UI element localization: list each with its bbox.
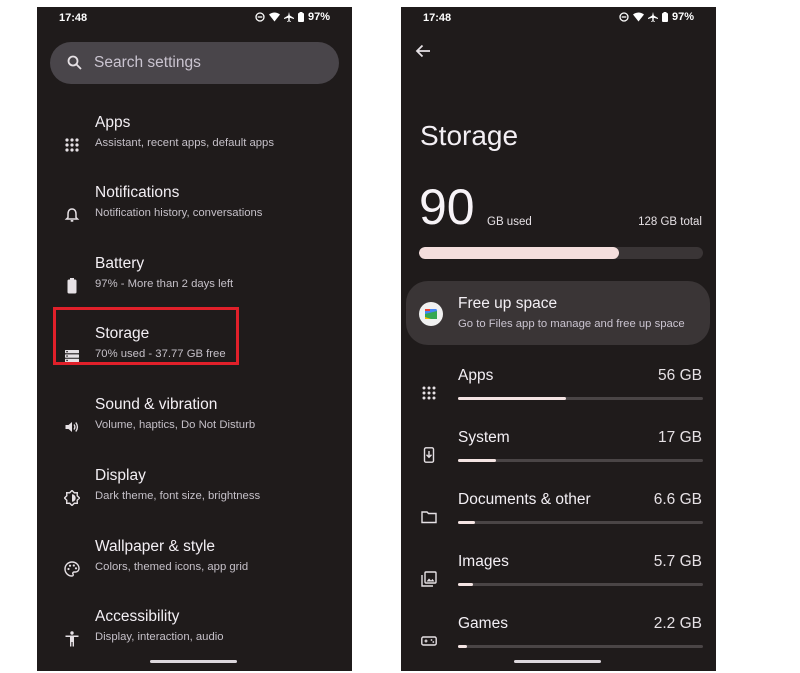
settings-item-title: Wallpaper & style <box>95 538 216 555</box>
settings-item-title: Sound & vibration <box>95 396 218 413</box>
search-placeholder: Search settings <box>94 54 201 71</box>
page-title: Storage <box>420 120 519 151</box>
wifi-icon <box>268 12 280 22</box>
settings-item-subtitle: Assistant, recent apps, default apps <box>95 137 274 149</box>
settings-item-title: Notifications <box>95 184 180 201</box>
settings-item-apps[interactable]: Apps Assistant, recent apps, default app… <box>37 111 352 175</box>
settings-item-display[interactable]: Display Dark theme, font size, brightnes… <box>37 464 352 528</box>
category-usage-bar <box>458 521 703 524</box>
brightness-icon <box>63 489 81 507</box>
storage-category-system[interactable]: System 17 GB <box>401 429 716 487</box>
system-update-icon <box>421 447 437 463</box>
category-size: 17 GB <box>658 429 702 446</box>
status-bar: 17:48 97% <box>401 7 716 29</box>
settings-item-subtitle: Volume, haptics, Do Not Disturb <box>95 419 256 431</box>
free-up-space-subtitle: Go to Files app to manage and free up sp… <box>458 318 685 330</box>
status-bar: 17:48 97% <box>37 7 352 29</box>
category-usage-bar <box>458 583 703 586</box>
category-size: 56 GB <box>658 367 702 384</box>
storage-progress-fill <box>419 247 619 259</box>
storage-progress-bar <box>419 247 703 259</box>
storage-used-unit: GB used <box>487 216 532 228</box>
category-name: Games <box>458 615 508 632</box>
category-usage-fill <box>458 645 467 648</box>
dnd-icon <box>255 12 265 22</box>
storage-category-apps[interactable]: Apps 56 GB <box>401 367 716 425</box>
category-name: System <box>458 429 510 446</box>
storage-total: 128 GB total <box>638 216 702 228</box>
accessibility-icon <box>64 631 80 647</box>
category-usage-bar <box>458 397 703 400</box>
search-icon <box>67 55 82 75</box>
settings-item-subtitle: Colors, themed icons, app grid <box>95 561 249 573</box>
settings-item-subtitle: Display, interaction, audio <box>95 631 224 643</box>
settings-item-subtitle: Dark theme, font size, brightness <box>95 490 261 502</box>
settings-item-title: Battery <box>95 255 145 272</box>
back-arrow-icon[interactable] <box>415 43 431 64</box>
airplane-icon <box>647 12 658 22</box>
palette-icon <box>64 561 80 577</box>
settings-item-title: Apps <box>95 114 131 131</box>
settings-item-title: Accessibility <box>95 608 180 625</box>
storage-category-images[interactable]: Images 5.7 GB <box>401 553 716 611</box>
settings-item-subtitle: 97% - More than 2 days left <box>95 278 234 290</box>
category-usage-bar <box>458 459 703 462</box>
settings-item-notifications[interactable]: Notifications Notification history, conv… <box>37 181 352 245</box>
category-usage-fill <box>458 459 496 462</box>
storage-highlight-box <box>53 307 239 365</box>
storage-category-documents[interactable]: Documents & other 6.6 GB <box>401 491 716 549</box>
free-up-space-card[interactable]: Free up space Go to Files app to manage … <box>406 281 710 345</box>
storage-used-value: 90 <box>419 179 475 235</box>
category-usage-fill <box>458 521 476 524</box>
gesture-nav-handle[interactable] <box>514 660 601 663</box>
gesture-nav-handle[interactable] <box>150 660 237 663</box>
status-time: 17:48 <box>423 12 452 24</box>
battery-icon <box>64 278 80 294</box>
apps-grid-icon <box>64 137 80 153</box>
battery-percent: 97% <box>671 11 694 23</box>
volume-icon <box>64 419 80 435</box>
battery-status-icon <box>661 12 668 22</box>
category-name: Images <box>458 553 509 570</box>
files-app-icon <box>419 302 443 326</box>
category-usage-fill <box>458 397 566 400</box>
airplane-icon <box>283 12 294 22</box>
category-size: 2.2 GB <box>653 615 702 632</box>
status-icons: 97% <box>619 11 694 23</box>
settings-item-sound-vibration[interactable]: Sound & vibration Volume, haptics, Do No… <box>37 393 352 457</box>
image-icon <box>421 571 437 587</box>
storage-screen: 17:48 97% Storage 90 GB used 128 GB tota… <box>401 7 716 671</box>
battery-percent: 97% <box>307 11 330 23</box>
category-name: Apps <box>458 367 494 384</box>
free-up-space-title: Free up space <box>458 295 558 312</box>
category-name: Documents & other <box>458 491 591 508</box>
category-size: 5.7 GB <box>653 553 702 570</box>
status-time: 17:48 <box>59 12 88 24</box>
settings-item-title: Display <box>95 467 146 484</box>
apps-grid-icon <box>421 385 437 401</box>
settings-item-wallpaper-style[interactable]: Wallpaper & style Colors, themed icons, … <box>37 535 352 599</box>
battery-status-icon <box>297 12 304 22</box>
search-settings-bar[interactable]: Search settings <box>50 42 339 84</box>
category-size: 6.6 GB <box>653 491 702 508</box>
wifi-icon <box>632 12 644 22</box>
dnd-icon <box>619 12 629 22</box>
category-usage-bar <box>458 645 703 648</box>
bell-icon <box>64 207 80 223</box>
status-icons: 97% <box>255 11 330 23</box>
category-usage-fill <box>458 583 473 586</box>
gamepad-icon <box>421 633 437 649</box>
folder-icon <box>421 509 437 525</box>
settings-item-subtitle: Notification history, conversations <box>95 207 263 219</box>
